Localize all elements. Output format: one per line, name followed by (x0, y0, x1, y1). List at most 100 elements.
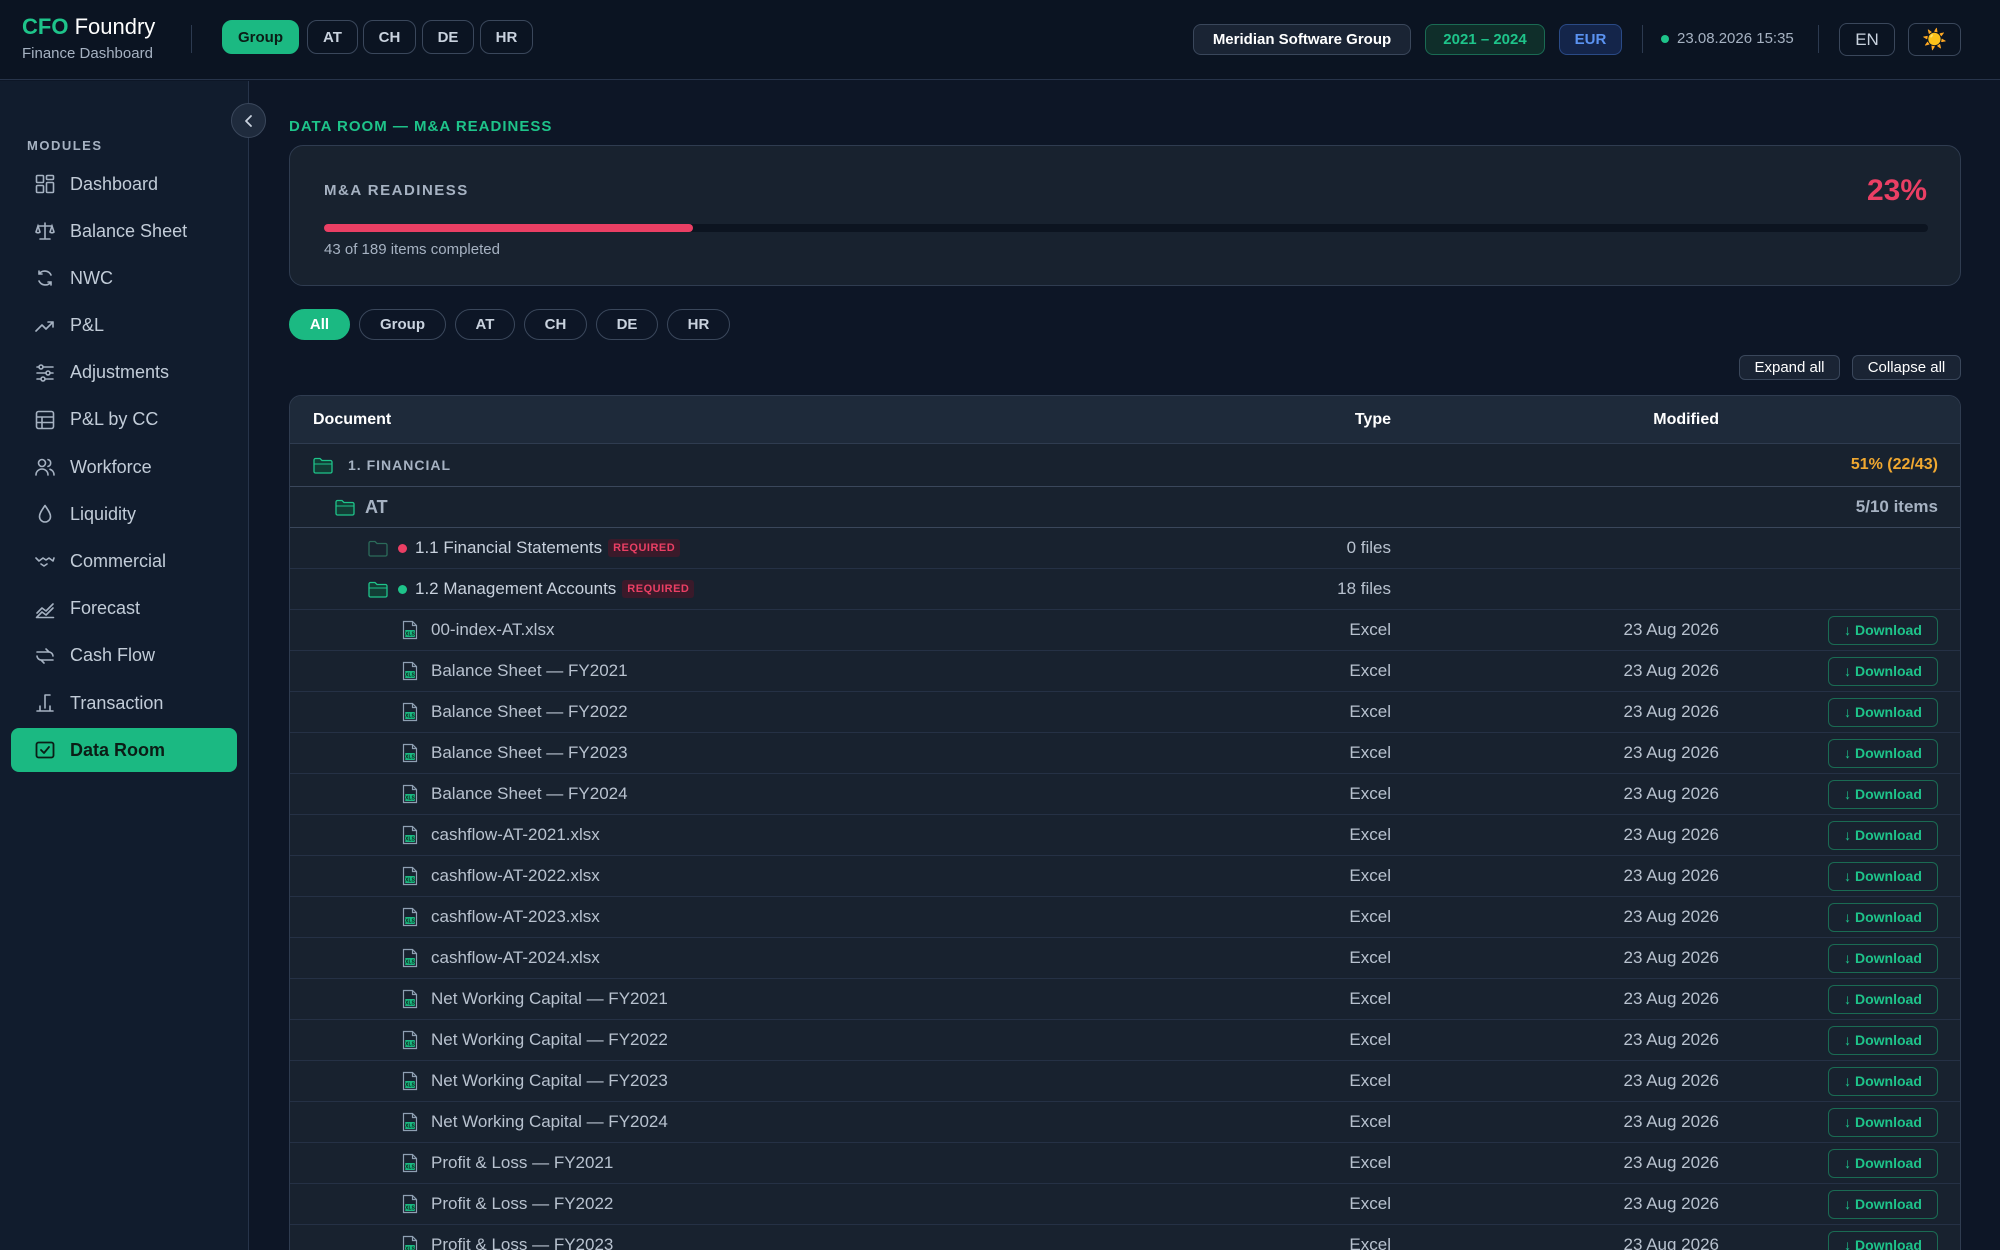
sidebar-collapse-button[interactable] (231, 103, 266, 138)
file-row[interactable]: XLS Balance Sheet — FY2022 Excel 23 Aug 202… (290, 692, 1960, 733)
file-list: XLS 00-index-AT.xlsx Excel 23 Aug 2026 ↓ Dow… (290, 610, 1960, 1250)
download-button[interactable]: ↓ Download (1828, 656, 1938, 686)
file-row[interactable]: XLS cashflow-AT-2021.xlsx Excel 23 Aug 2026… (290, 815, 1960, 856)
file-row[interactable]: XLS Profit & Loss — FY2023 Excel 23 Aug 202… (290, 1225, 1960, 1250)
sidebar-item-dashboard[interactable]: Dashboard (11, 162, 237, 206)
download-cell: ↓ Download (1828, 1143, 1938, 1183)
sidebar-item-data-room[interactable]: Data Room (11, 728, 237, 773)
file-name[interactable]: Profit & Loss — FY2021 (431, 1143, 613, 1183)
file-name[interactable]: cashflow-AT-2022.xlsx (431, 856, 600, 896)
file-row[interactable]: XLS Balance Sheet — FY2024 Excel 23 Aug 202… (290, 774, 1960, 815)
file-row[interactable]: XLS Net Working Capital — FY2024 Excel 23 A… (290, 1102, 1960, 1143)
category-row[interactable]: 1. FINANCIAL 51% (22/43) (290, 444, 1960, 487)
file-name[interactable]: Balance Sheet — FY2022 (431, 692, 628, 732)
filter-all[interactable]: All (289, 309, 350, 340)
language-button[interactable]: EN (1839, 23, 1895, 56)
download-button[interactable]: ↓ Download (1828, 820, 1938, 850)
folder-outline-icon (368, 528, 388, 568)
file-name[interactable]: cashflow-AT-2024.xlsx (431, 938, 600, 978)
subgroup-row[interactable]: AT 5/10 items (290, 487, 1960, 528)
file-name[interactable]: cashflow-AT-2023.xlsx (431, 897, 600, 937)
droplet-icon (34, 503, 56, 525)
file-name[interactable]: cashflow-AT-2021.xlsx (431, 815, 600, 855)
download-button[interactable]: ↓ Download (1828, 861, 1938, 891)
currency-badge[interactable]: EUR (1559, 24, 1622, 55)
file-name[interactable]: Net Working Capital — FY2024 (431, 1102, 668, 1142)
folder-row[interactable]: 1.2 Management Accounts REQUIRED 18 file… (290, 569, 1960, 610)
sidebar-item-cash-flow[interactable]: Cash Flow (11, 634, 237, 678)
download-button[interactable]: ↓ Download (1828, 1025, 1938, 1055)
folder-row[interactable]: 1.1 Financial Statements REQUIRED 0 file… (290, 528, 1960, 569)
status-dot-complete (398, 584, 407, 594)
theme-toggle-button[interactable]: ☀️ (1908, 23, 1961, 56)
sidebar-item-forecast[interactable]: Forecast (11, 587, 237, 631)
download-button[interactable]: ↓ Download (1828, 1148, 1938, 1178)
file-type: Excel (1349, 661, 1391, 680)
sidebar-item-transaction[interactable]: Transaction (11, 681, 237, 725)
file-name[interactable]: Balance Sheet — FY2021 (431, 651, 628, 691)
download-button[interactable]: ↓ Download (1828, 779, 1938, 809)
sidebar-item-label: Dashboard (70, 173, 159, 194)
download-button[interactable]: ↓ Download (1828, 1230, 1938, 1250)
file-row[interactable]: XLS Net Working Capital — FY2021 Excel 23 A… (290, 979, 1960, 1020)
file-row[interactable]: XLS Balance Sheet — FY2023 Excel 23 Aug 202… (290, 733, 1960, 774)
download-button[interactable]: ↓ Download (1828, 984, 1938, 1014)
status-dot-icon (1661, 34, 1669, 43)
sidebar-item-liquidity[interactable]: Liquidity (11, 492, 237, 536)
file-row[interactable]: XLS Net Working Capital — FY2023 Excel 23 A… (290, 1061, 1960, 1102)
entity-tab-hr[interactable]: HR (480, 20, 533, 54)
column-header-type[interactable]: Type (1355, 411, 1391, 429)
file-row[interactable]: XLS cashflow-AT-2022.xlsx Excel 23 Aug 2026… (290, 856, 1960, 897)
column-header-modified[interactable]: Modified (1653, 411, 1719, 429)
download-button[interactable]: ↓ Download (1828, 902, 1938, 932)
entity-tab-ch[interactable]: CH (363, 20, 416, 54)
filter-at[interactable]: AT (455, 309, 515, 340)
filter-ch[interactable]: CH (524, 309, 587, 340)
download-button[interactable]: ↓ Download (1828, 943, 1938, 973)
file-name[interactable]: Net Working Capital — FY2022 (431, 1020, 668, 1060)
sidebar-item-nwc[interactable]: NWC (11, 256, 237, 300)
file-name[interactable]: 00-index-AT.xlsx (431, 610, 554, 650)
file-name[interactable]: Balance Sheet — FY2023 (431, 733, 628, 773)
sidebar-item-pl-by-cc[interactable]: P&L by CC (11, 398, 237, 442)
sidebar-item-balance-sheet[interactable]: Balance Sheet (11, 209, 237, 253)
file-row[interactable]: XLS Balance Sheet — FY2021 Excel 23 Aug 202… (290, 651, 1960, 692)
file-name[interactable]: Balance Sheet — FY2024 (431, 774, 628, 814)
filter-de[interactable]: DE (596, 309, 658, 340)
sidebar-item-commercial[interactable]: Commercial (11, 540, 237, 584)
file-name[interactable]: Profit & Loss — FY2022 (431, 1184, 613, 1224)
entity-tab-de[interactable]: DE (422, 20, 474, 54)
company-selector[interactable]: Meridian Software Group (1193, 24, 1411, 55)
folder-label: 1.2 Management Accounts REQUIRED (398, 569, 695, 609)
entity-tab-at[interactable]: AT (307, 20, 358, 54)
sidebar-item-adjustments[interactable]: Adjustments (11, 351, 237, 395)
download-button[interactable]: ↓ Download (1828, 1189, 1938, 1219)
sidebar-item-workforce[interactable]: Workforce (11, 445, 237, 489)
file-row[interactable]: XLS cashflow-AT-2023.xlsx Excel 23 Aug 2026… (290, 897, 1960, 938)
file-name[interactable]: Net Working Capital — FY2023 (431, 1061, 668, 1101)
sidebar-item-pl[interactable]: P&L (11, 304, 237, 348)
download-button[interactable]: ↓ Download (1828, 1107, 1938, 1137)
filter-group[interactable]: Group (359, 309, 446, 340)
file-row[interactable]: XLS cashflow-AT-2024.xlsx Excel 23 Aug 2026… (290, 938, 1960, 979)
file-row[interactable]: XLS Profit & Loss — FY2021 Excel 23 Aug 202… (290, 1143, 1960, 1184)
collapse-all-button[interactable]: Collapse all (1852, 355, 1961, 380)
expand-all-button[interactable]: Expand all (1739, 355, 1840, 380)
sidebar-item-label: Workforce (70, 456, 152, 477)
filter-hr[interactable]: HR (667, 309, 730, 340)
file-name[interactable]: Net Working Capital — FY2021 (431, 979, 668, 1019)
sidebar-item-label: P&L by CC (70, 409, 159, 430)
download-button[interactable]: ↓ Download (1828, 738, 1938, 768)
download-button[interactable]: ↓ Download (1828, 1066, 1938, 1096)
column-header-document[interactable]: Document (313, 411, 391, 429)
file-row[interactable]: XLS 00-index-AT.xlsx Excel 23 Aug 2026 ↓ Dow… (290, 610, 1960, 651)
download-button[interactable]: ↓ Download (1828, 697, 1938, 727)
download-button[interactable]: ↓ Download (1828, 615, 1938, 645)
file-row[interactable]: XLS Profit & Loss — FY2022 Excel 23 Aug 202… (290, 1184, 1960, 1225)
entity-tab-group[interactable]: Group (222, 20, 299, 54)
excel-file-icon: XLS (402, 610, 418, 650)
file-name[interactable]: Profit & Loss — FY2023 (431, 1225, 613, 1250)
year-range-badge[interactable]: 2021 – 2024 (1425, 24, 1545, 55)
brand[interactable]: CFO Foundry Finance Dashboard (22, 14, 155, 62)
file-row[interactable]: XLS Net Working Capital — FY2022 Excel 23 A… (290, 1020, 1960, 1061)
